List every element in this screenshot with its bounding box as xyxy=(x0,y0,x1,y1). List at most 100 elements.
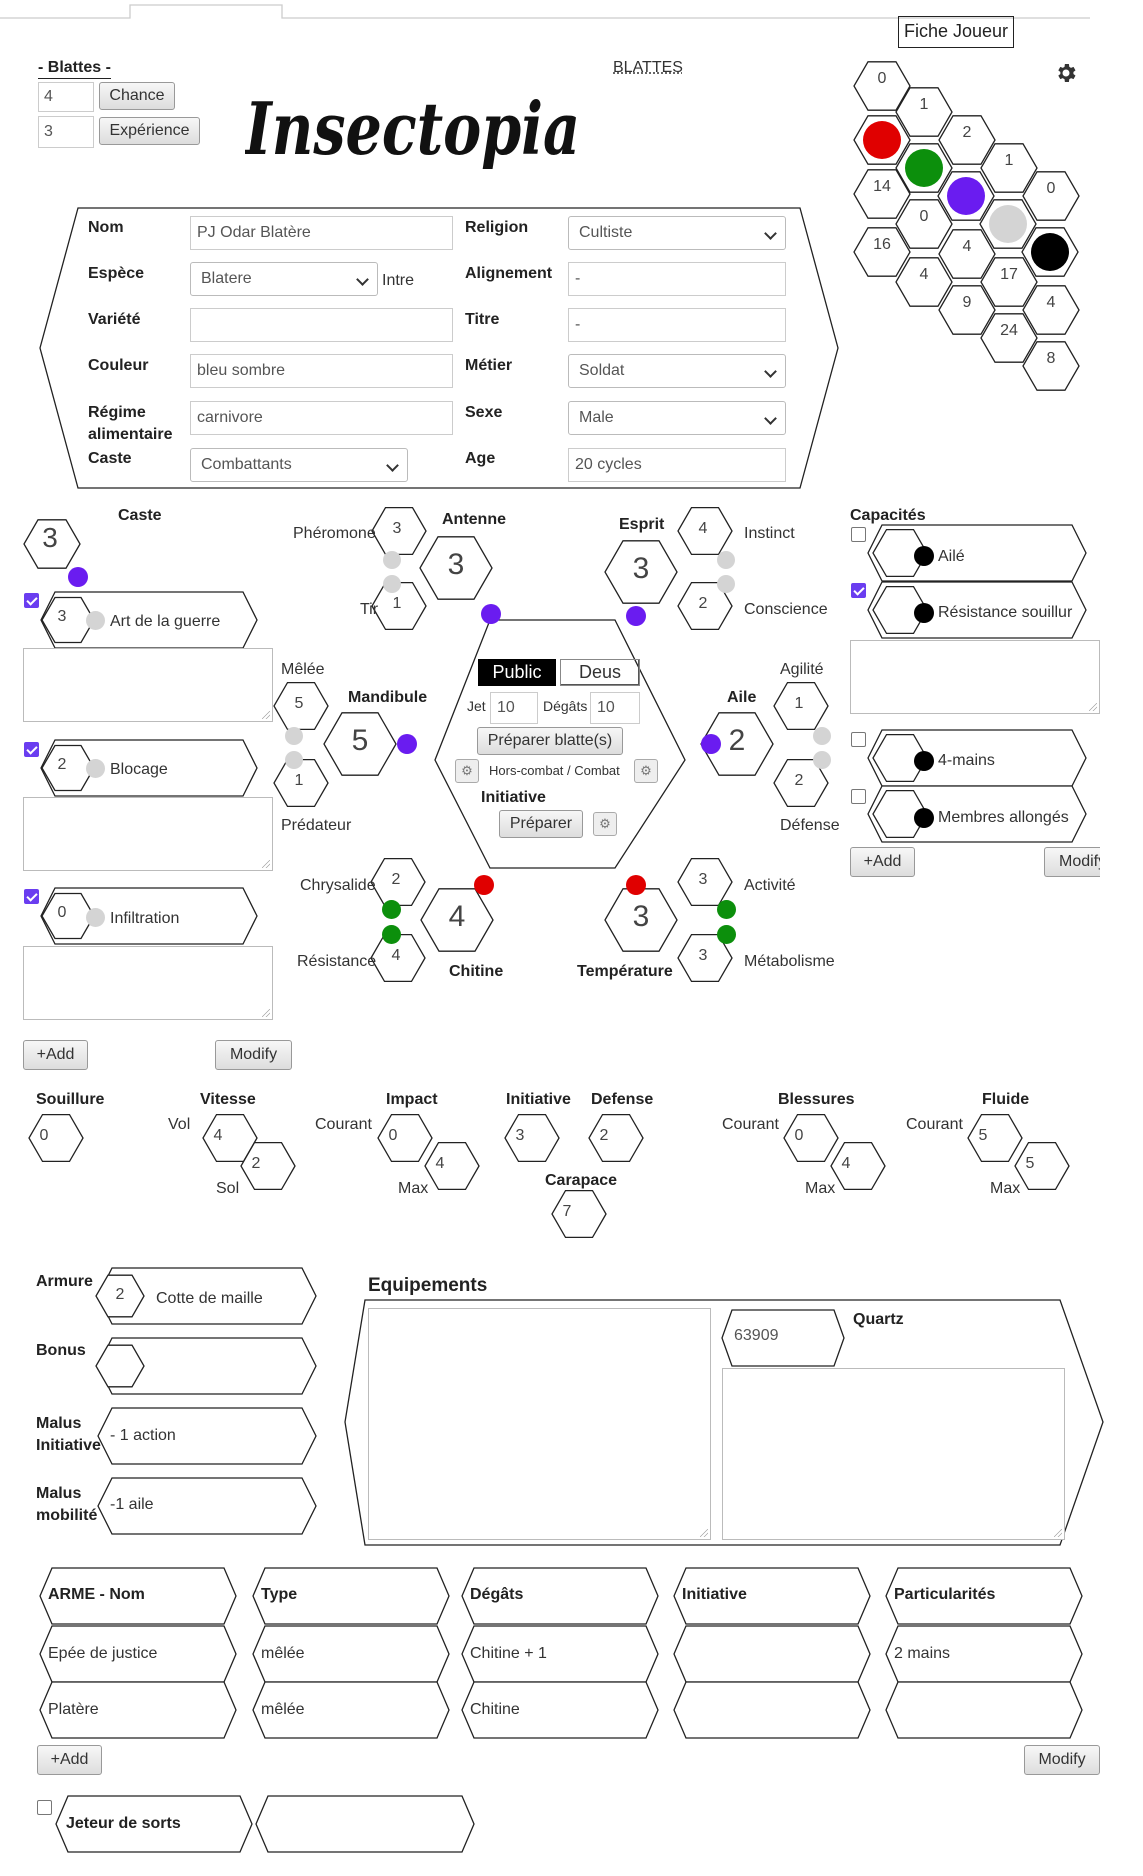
combat-icon[interactable]: ⚙ xyxy=(634,759,658,783)
weapon-cell-text-0-2[interactable]: Chitine + 1 xyxy=(470,1645,547,1663)
equipements-notes[interactable] xyxy=(368,1308,711,1540)
skill-3-value[interactable]: 0 xyxy=(52,904,72,922)
predateur-value[interactable]: 1 xyxy=(289,772,309,790)
chitine-value[interactable]: 4 xyxy=(435,900,479,934)
degats-input[interactable]: 10 xyxy=(590,692,640,724)
fluide-max-value[interactable]: 5 xyxy=(1020,1155,1040,1173)
initiative-heading: Initiative xyxy=(481,789,546,806)
metabolisme-value[interactable]: 3 xyxy=(693,947,713,965)
mandibule-value[interactable]: 5 xyxy=(338,724,382,758)
blessures-courant-value[interactable]: 0 xyxy=(789,1127,809,1145)
experience-input[interactable]: 3 xyxy=(38,116,94,148)
weapon-cell-2-3[interactable] xyxy=(673,1681,871,1739)
temperature-value[interactable]: 3 xyxy=(619,900,663,934)
skill-3-checkbox[interactable] xyxy=(24,889,39,904)
prepare-initiative-button[interactable]: Préparer xyxy=(499,810,583,838)
capacite-3-checkbox[interactable] xyxy=(851,732,866,747)
age-input[interactable]: 20 cycles xyxy=(568,448,786,482)
bonus-label: Bonus xyxy=(36,1342,86,1359)
tir-value[interactable]: 1 xyxy=(387,595,407,613)
title-label: Titre xyxy=(465,311,500,328)
chance-button[interactable]: Chance xyxy=(99,82,175,110)
activite-value[interactable]: 3 xyxy=(693,871,713,889)
esprit-value[interactable]: 3 xyxy=(619,552,663,586)
hors-combat-icon[interactable]: ⚙ xyxy=(455,759,479,783)
skill-2-value[interactable]: 2 xyxy=(52,756,72,774)
species-select[interactable]: Blatere xyxy=(190,262,378,296)
skill-1-value[interactable]: 3 xyxy=(52,608,72,626)
weapon-cell-1-3[interactable] xyxy=(673,1625,871,1683)
experience-button[interactable]: Expérience xyxy=(99,117,200,145)
weapon-cell-text-0-1[interactable]: mêlée xyxy=(261,1645,305,1663)
vol-value[interactable]: 4 xyxy=(208,1127,228,1145)
weapon-cell-text-0-0[interactable]: Epée de justice xyxy=(48,1645,157,1663)
initiative-icon[interactable]: ⚙ xyxy=(593,812,617,836)
honeycomb-number-10: 4 xyxy=(1046,294,1056,311)
fluide-courant-value[interactable]: 5 xyxy=(973,1127,993,1145)
capacites-notes[interactable] xyxy=(850,640,1100,714)
title-input[interactable]: - xyxy=(568,308,786,342)
variety-input[interactable] xyxy=(190,308,453,342)
job-select[interactable]: Soldat xyxy=(568,354,786,388)
caste-select[interactable]: Combattants xyxy=(190,448,408,482)
weapon-cell-text-0-4[interactable]: 2 mains xyxy=(894,1645,950,1663)
spells-value-shape[interactable] xyxy=(255,1795,475,1853)
impact-max-value[interactable]: 4 xyxy=(430,1155,450,1173)
defense-value[interactable]: 2 xyxy=(789,772,809,790)
quartz-input[interactable]: 63909 xyxy=(728,1320,838,1354)
capacite-1-checkbox[interactable] xyxy=(851,527,866,542)
weapon-add-button[interactable]: +Add xyxy=(37,1745,102,1775)
instinct-value[interactable]: 4 xyxy=(693,520,713,538)
settings-gear-icon[interactable] xyxy=(1054,61,1078,85)
souillure-value[interactable]: 0 xyxy=(34,1127,54,1145)
melee-value[interactable]: 5 xyxy=(289,695,309,713)
weapon-cell-2-4[interactable] xyxy=(885,1681,1083,1739)
prepare-blattes-button[interactable]: Préparer blatte(s) xyxy=(477,727,623,755)
tab-public[interactable]: Public xyxy=(478,659,556,686)
skill-1-checkbox[interactable] xyxy=(24,593,39,608)
capacite-4-checkbox[interactable] xyxy=(851,789,866,804)
skill-modify-button[interactable]: Modify xyxy=(215,1040,292,1070)
pheromone-value[interactable]: 3 xyxy=(387,520,407,538)
chrysalide-value[interactable]: 2 xyxy=(386,871,406,889)
jet-input[interactable]: 10 xyxy=(490,692,538,724)
sol-value[interactable]: 2 xyxy=(246,1155,266,1173)
player-sheet-button[interactable]: Fiche Joueur xyxy=(898,16,1014,48)
blessures-max-value[interactable]: 4 xyxy=(836,1155,856,1173)
spells-checkbox[interactable] xyxy=(37,1800,52,1815)
alignment-input[interactable]: - xyxy=(568,262,786,296)
skill-add-button[interactable]: +Add xyxy=(23,1040,88,1070)
conscience-value[interactable]: 2 xyxy=(693,595,713,613)
sex-select[interactable]: Male xyxy=(568,401,786,435)
antenne-value[interactable]: 3 xyxy=(434,548,478,582)
skill-1-notes[interactable] xyxy=(23,648,273,722)
capacites-modify-button[interactable]: Modify xyxy=(1044,847,1100,877)
capacite-2-checkbox[interactable] xyxy=(851,583,866,598)
weapon-cell-text-1-1[interactable]: mêlée xyxy=(261,1701,305,1719)
religion-select[interactable]: Cultiste xyxy=(568,216,786,250)
chance-input[interactable]: 4 xyxy=(38,82,94,112)
weapon-cell-text-1-2[interactable]: Chitine xyxy=(470,1701,520,1719)
skill-3-notes[interactable] xyxy=(23,946,273,1020)
color-input[interactable]: bleu sombre xyxy=(190,354,453,388)
skill-2-notes[interactable] xyxy=(23,797,273,871)
weapon-cell-text-1-0[interactable]: Platère xyxy=(48,1701,99,1719)
weapon-modify-button[interactable]: Modify xyxy=(1024,1745,1100,1775)
honeycomb-gray-dot xyxy=(989,205,1027,243)
impact-courant-value[interactable]: 0 xyxy=(383,1127,403,1145)
honeycomb-number-3: 2 xyxy=(962,124,972,141)
initiative-value[interactable]: 3 xyxy=(510,1127,530,1145)
capacites-add-button[interactable]: +Add xyxy=(850,847,915,877)
agilite-value[interactable]: 1 xyxy=(789,695,809,713)
armure-value[interactable]: 2 xyxy=(110,1286,130,1304)
aile-value[interactable]: 2 xyxy=(715,724,759,758)
carapace-value[interactable]: 7 xyxy=(557,1203,577,1221)
resistance-value[interactable]: 4 xyxy=(386,947,406,965)
defense-value[interactable]: 2 xyxy=(594,1127,614,1145)
name-input[interactable]: PJ Odar Blatère xyxy=(190,216,453,250)
caste-value[interactable]: 3 xyxy=(28,522,72,554)
skill-2-checkbox[interactable] xyxy=(24,742,39,757)
quartz-notes[interactable] xyxy=(722,1368,1065,1540)
diet-input[interactable]: carnivore xyxy=(190,401,453,435)
tab-deus[interactable]: Deus xyxy=(560,659,640,686)
